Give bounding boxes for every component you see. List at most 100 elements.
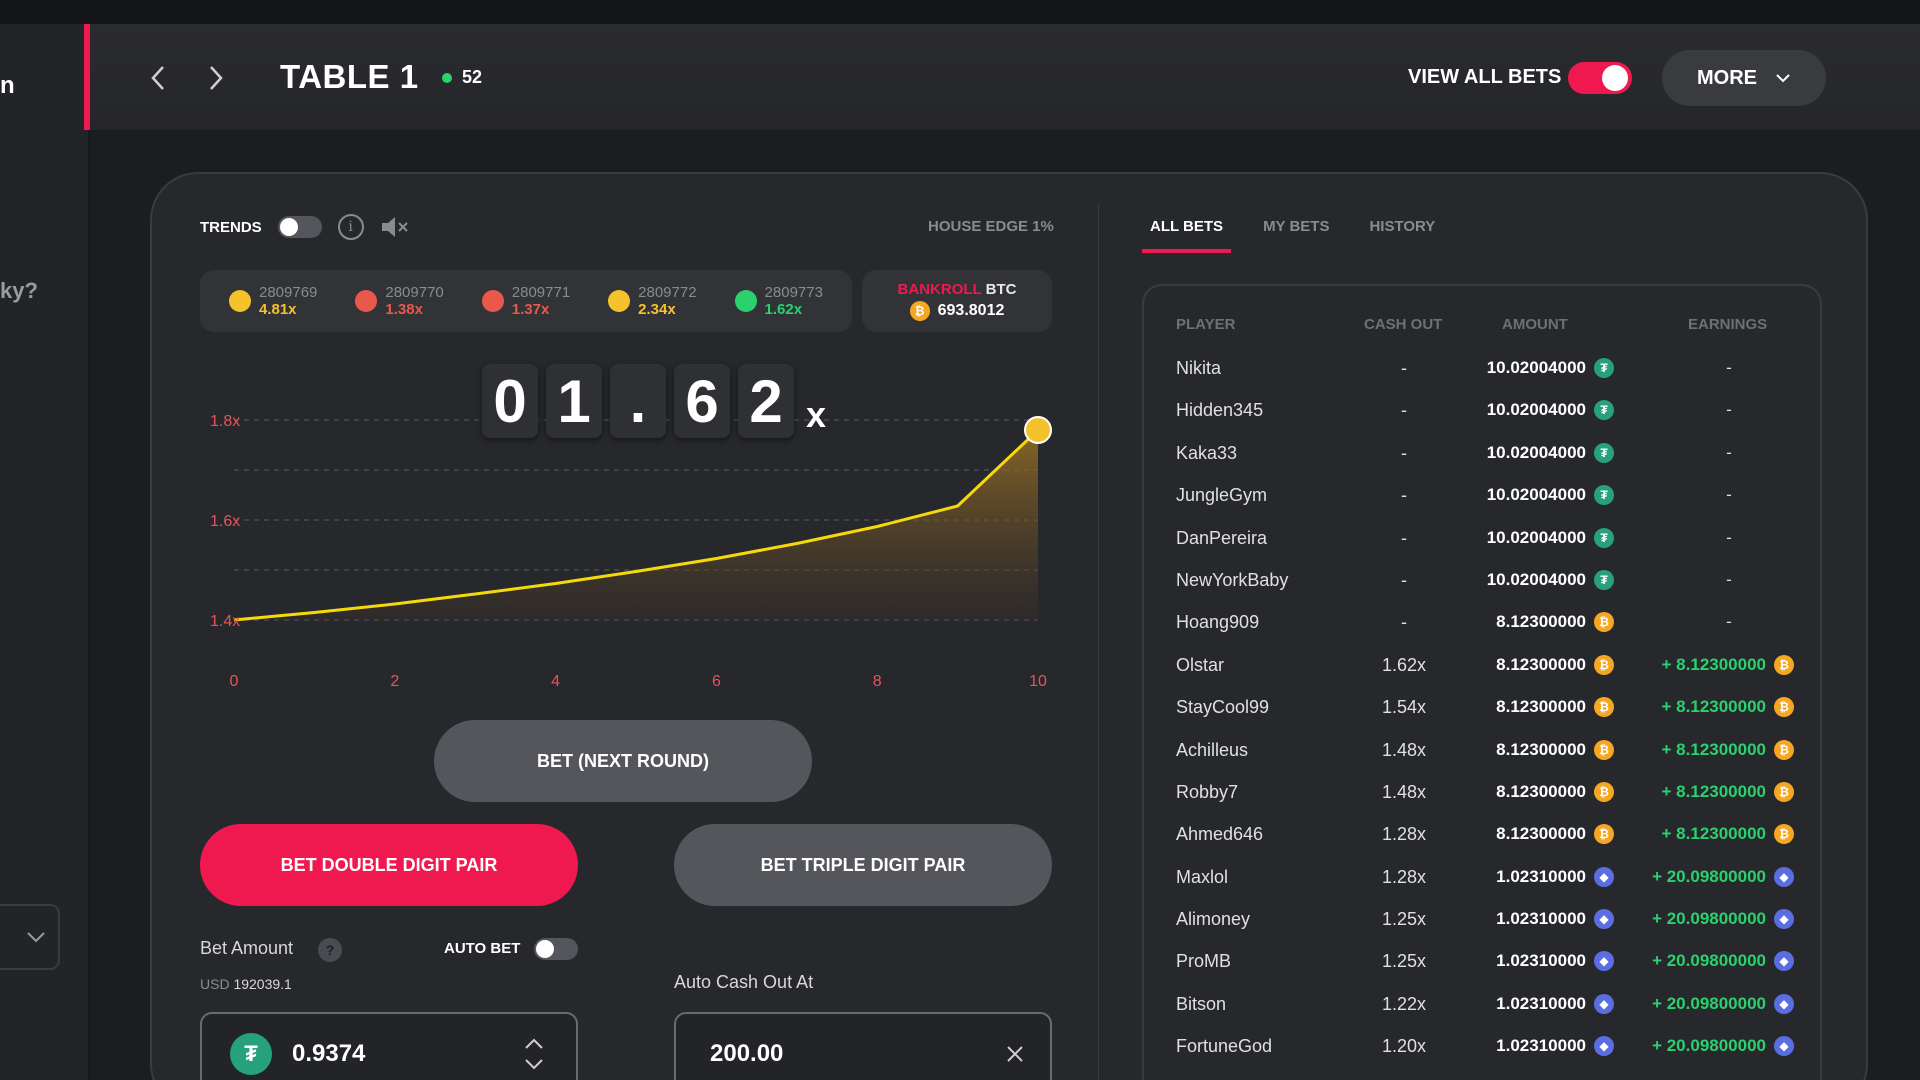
amount-value: 10.02004000 <box>1486 569 1586 589</box>
amount-value: 1.02310000 <box>1496 1036 1586 1056</box>
table-row[interactable]: Hidden345-10.02004000 ₮ - <box>1144 390 1820 432</box>
table-row[interactable]: FortuneGod 1.20x 1.02310000 ◆ + 20.09800000 ◆ <box>1144 1026 1820 1068</box>
table-row[interactable]: Ahmed646 1.28x 8.12300000 ₿ + 8.12300000 ₿ <box>1144 814 1820 856</box>
history-round-id: 2809773 <box>764 284 823 301</box>
table-row[interactable]: Robby7 1.48x 8.12300000 ₿ + 8.12300000 ₿ <box>1144 772 1820 814</box>
top-bar: TABLE 1 52 VIEW ALL BETS MORE <box>84 24 1920 130</box>
history-item[interactable]: 2809770 1.38x <box>355 284 444 318</box>
earnings-cell: + 20.09800000 ◆ <box>1584 1036 1794 1057</box>
y-tick-label: 1.4x <box>210 613 240 630</box>
bet-next-round-button[interactable]: BET (NEXT ROUND) <box>434 720 812 802</box>
history-item[interactable]: 2809773 1.62x <box>734 284 823 318</box>
bets-tabs: ALL BETS MY BETS HISTORY <box>1142 218 1467 253</box>
sidebar-text-fragment: n <box>0 72 15 99</box>
table-row[interactable]: NewYorkBaby -10.02004000 ₮ - <box>1144 560 1820 602</box>
auto-cashout-input[interactable]: 200.00 <box>674 1012 1052 1080</box>
table-row[interactable]: ProMB 1.25x 1.02310000 ◆ + 20.09800000 ◆ <box>1144 941 1820 983</box>
tab-history[interactable]: HISTORY <box>1361 218 1443 253</box>
x-tick-label: 2 <box>390 673 399 690</box>
usdt-coin-icon: ₮ <box>1594 527 1614 548</box>
amount-cell: 10.02004000 ₮ <box>1444 485 1614 506</box>
bet-triple-digit-pair-button[interactable]: BET TRIPLE DIGIT PAIR <box>674 824 1052 906</box>
earnings-cell: + 8.12300000 ₿ <box>1584 697 1794 718</box>
table-row[interactable]: StayCool99 1.54x 8.12300000 ₿ + 8.12300000 ₿ <box>1144 687 1820 729</box>
auto-bet-toggle[interactable] <box>534 938 578 960</box>
usdt-coin-icon: ₮ <box>1594 485 1614 506</box>
auto-cashout-value[interactable]: 200.00 <box>710 1040 783 1068</box>
player-name: Achilleus <box>1176 739 1249 760</box>
table-row[interactable]: DanPereira -10.02004000 ₮ - <box>1144 518 1820 560</box>
player-name: Alimoney <box>1176 909 1251 930</box>
history-item[interactable]: 2809772 2.34x <box>608 284 697 318</box>
sidebar-dropdown[interactable] <box>0 904 60 970</box>
eth-coin-icon: ◆ <box>1774 866 1794 887</box>
game-panel: TRENDS i HOUSE EDGE 1% 2809769 4.81x 28097… <box>150 172 1868 1080</box>
help-icon[interactable]: ? <box>318 938 342 962</box>
left-sidebar: n ky? <box>0 24 90 1080</box>
table-row[interactable]: Kaka33-10.02004000 ₮ - <box>1144 433 1820 475</box>
forward-button[interactable] <box>192 54 240 102</box>
table-row[interactable]: Hoang909-8.12300000 ₿ - <box>1144 602 1820 644</box>
table-row[interactable]: Bitson 1.22x 1.02310000 ◆ + 20.09800000 ◆ <box>1144 984 1820 1026</box>
stepper-icon[interactable] <box>522 1036 546 1072</box>
btc-coin-icon: ₿ <box>1774 654 1794 675</box>
toggle-knob <box>536 940 554 958</box>
player-name: JungleGym <box>1176 485 1268 506</box>
amount-value: 8.12300000 <box>1496 612 1586 632</box>
earnings-value: + 8.12300000 <box>1661 654 1766 674</box>
history-round-id: 2809771 <box>511 284 571 301</box>
trends-label: TRENDS <box>200 218 262 236</box>
tab-my-bets[interactable]: MY BETS <box>1255 218 1337 253</box>
earnings-value: - <box>1726 442 1732 462</box>
table-row[interactable]: Olstar 1.62x 8.12300000 ₿ + 8.12300000 ₿ <box>1144 645 1820 687</box>
earnings-value: - <box>1726 612 1732 632</box>
more-button[interactable]: MORE <box>1662 50 1826 106</box>
back-button[interactable] <box>134 54 182 102</box>
multiplier-digit: . <box>610 364 666 438</box>
mute-icon[interactable] <box>380 215 410 239</box>
table-row[interactable]: JungleGym -10.02004000 ₮ - <box>1144 475 1820 517</box>
column-header-earnings: EARNINGS <box>1688 316 1768 333</box>
usdt-coin-icon: ₮ <box>1594 400 1614 421</box>
player-name: NewYorkBaby <box>1176 569 1289 590</box>
bet-amount-input[interactable]: ₮ 0.9374 <box>200 1012 578 1080</box>
usd-equivalent: USD 192039.1 <box>200 976 292 992</box>
table-row[interactable]: Nikita -10.02004000 ₮ - <box>1144 348 1820 390</box>
earnings-value: + 20.09800000 <box>1652 993 1766 1013</box>
earnings-value: + 20.09800000 <box>1652 1036 1766 1056</box>
view-all-bets-toggle[interactable] <box>1568 62 1632 94</box>
page-title: TABLE 1 <box>280 58 419 95</box>
bankroll-currency: BTC <box>985 281 1017 298</box>
earnings-value: + 8.12300000 <box>1661 781 1766 801</box>
earnings-cell: + 20.09800000 ◆ <box>1584 866 1794 887</box>
top-strip <box>0 0 1920 24</box>
player-name: Robby7 <box>1176 781 1239 802</box>
earnings-value: + 8.12300000 <box>1661 697 1766 717</box>
x-tick-label: 6 <box>712 673 721 690</box>
player-name: StayCool99 <box>1176 697 1270 718</box>
amount-value: 8.12300000 <box>1496 781 1586 801</box>
amount-value: 10.02004000 <box>1486 358 1586 377</box>
amount-cell: 10.02004000 ₮ <box>1444 569 1614 590</box>
tab-all-bets[interactable]: ALL BETS <box>1142 218 1232 253</box>
player-name: ProMB <box>1176 951 1232 972</box>
trends-toggle[interactable] <box>277 216 322 238</box>
amount-value: 1.02310000 <box>1496 951 1586 971</box>
table-row[interactable]: Alimoney 1.25x 1.02310000 ◆ + 20.09800000 ◆ <box>1144 899 1820 941</box>
clear-icon[interactable] <box>1006 1045 1024 1063</box>
column-header-player: PLAYER <box>1176 316 1236 333</box>
chevron-down-icon <box>27 932 45 943</box>
table-row[interactable]: Maxlol 1.28x 1.02310000 ◆ + 20.09800000 ◆ <box>1144 857 1820 899</box>
earnings-cell: + 8.12300000 ₿ <box>1584 654 1794 675</box>
chevron-right-icon <box>210 66 223 90</box>
bet-double-digit-pair-button[interactable]: BET DOUBLE DIGIT PAIR <box>200 824 578 906</box>
y-tick-label: 1.6x <box>210 513 240 530</box>
usd-label: USD <box>200 976 230 992</box>
history-item[interactable]: 2809769 4.81x <box>228 284 317 318</box>
amount-value: 8.12300000 <box>1496 697 1586 717</box>
toggle-knob <box>1602 65 1628 91</box>
history-item[interactable]: 2809771 1.37x <box>481 284 571 318</box>
info-icon[interactable]: i <box>337 214 364 240</box>
table-row[interactable]: Achilleus 1.48x 8.12300000 ₿ + 8.12300000 ₿ <box>1144 730 1820 772</box>
bet-amount-value[interactable]: 0.9374 <box>292 1040 365 1068</box>
